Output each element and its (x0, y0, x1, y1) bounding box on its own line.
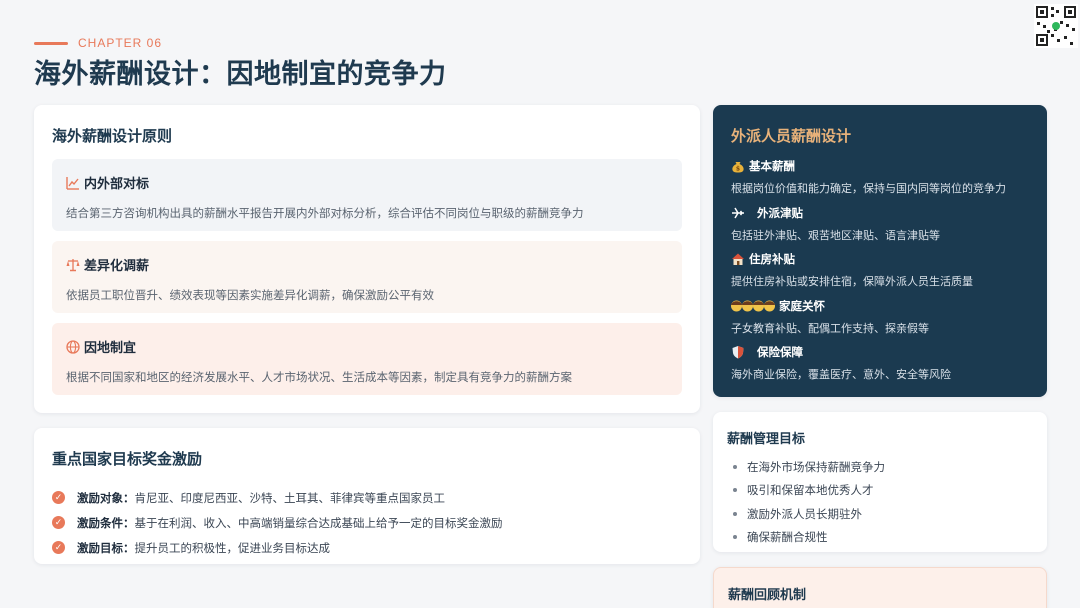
list-item: 外派津贴 包括驻外津贴、艰苦地区津贴、语言津贴等 (731, 205, 1029, 252)
list-item: 确保薪酬合规性 (727, 526, 1033, 550)
expat-item-label: 住房补贴 (749, 252, 795, 266)
incentive-list: ✓ 激励对象： 肯尼亚、印度尼西亚、沙特、土耳其、菲律宾等重点国家员工 ✓ 激励… (52, 485, 682, 560)
incentive-card: 重点国家目标奖金激励 ✓ 激励对象： 肯尼亚、印度尼西亚、沙特、土耳其、菲律宾等… (34, 428, 700, 564)
expat-title: 外派人员薪酬设计 (731, 127, 852, 145)
principle-label: 内外部对标 (84, 177, 150, 192)
goals-title: 薪酬管理目标 (727, 432, 806, 447)
review-title: 薪酬回顾机制 (728, 588, 807, 603)
expat-item-desc: 子女教育补贴、配偶工作支持、探亲假等 (731, 321, 929, 335)
chapter-number: CHAPTER 06 (78, 36, 163, 50)
expat-item-desc: 提供住房补贴或安排住宿，保障外派人员生活质量 (731, 275, 973, 288)
list-item: $ 基本薪酬 根据岗位价值和能力确定，保持与国内同等岗位的竞争力 (731, 158, 1029, 205)
incentive-value: 基于在利润、收入、中高端销量综合达成基础上给予一定的目标奖金激励 (134, 515, 503, 530)
chapter-label: CHAPTER 06 (34, 36, 162, 50)
list-item: 在海外市场保持薪酬竞争力 (727, 455, 1033, 479)
house-icon (732, 253, 744, 265)
bullet-icon (733, 464, 737, 469)
list-item: 保险保障 海外商业保险，覆盖医疗、意外、安全等风险 (731, 344, 1029, 391)
principle-label: 差异化调薪 (84, 259, 150, 274)
principle-desc: 结合第三方咨询机构出具的薪酬水平报告开展内外部对标分析，综合评估不同岗位与职级的… (66, 206, 584, 220)
principle-label: 因地制宜 (84, 341, 137, 356)
airplane-icon (732, 207, 744, 218)
incentive-title: 重点国家目标奖金激励 (52, 450, 203, 468)
svg-text:$: $ (736, 166, 740, 173)
bullet-icon (733, 511, 737, 516)
principle-local-adaptation: 因地制宜 根据不同国家和地区的经济发展水平、人才市场状况、生活成本等因素，制定具… (52, 323, 682, 395)
goal-text: 确保薪酬合规性 (747, 530, 828, 545)
bullet-icon (733, 488, 737, 493)
globe-icon (66, 339, 80, 354)
goal-text: 吸引和保留本地优秀人才 (747, 483, 874, 498)
expat-item-desc: 海外商业保险，覆盖医疗、意外、安全等风险 (731, 368, 951, 381)
chapter-accent-bar (34, 41, 68, 45)
check-icon: ✓ (52, 491, 65, 504)
expat-item-label: 家庭关怀 (779, 298, 825, 313)
principle-benchmark: 内外部对标 结合第三方咨询机构出具的薪酬水平报告开展内外部对标分析，综合评估不同… (52, 159, 682, 231)
family-icon (731, 300, 775, 311)
list-item: ✓ 激励条件： 基于在利润、收入、中高端销量综合达成基础上给予一定的目标奖金激励 (52, 510, 682, 535)
list-item: ✓ 激励对象： 肯尼亚、印度尼西亚、沙特、土耳其、菲律宾等重点国家员工 (52, 485, 682, 510)
balance-scale-icon (66, 258, 80, 271)
incentive-value: 肯尼亚、印度尼西亚、沙特、土耳其、菲律宾等重点国家员工 (134, 490, 446, 505)
bullet-icon (733, 535, 737, 540)
incentive-key: 激励对象： (77, 490, 135, 505)
expat-item-desc: 根据岗位价值和能力确定，保持与国内同等岗位的竞争力 (731, 182, 1006, 195)
check-icon: ✓ (52, 541, 65, 554)
shield-icon (732, 346, 744, 359)
expat-item-label: 基本薪酬 (749, 159, 795, 173)
incentive-value: 提升员工的积极性，促进业务目标达成 (134, 540, 331, 555)
expat-item-label: 外派津贴 (757, 205, 803, 220)
goals-card: 薪酬管理目标 在海外市场保持薪酬竞争力 吸引和保留本地优秀人才 激励外派人员长期… (713, 412, 1047, 552)
principle-desc: 根据不同国家和地区的经济发展水平、人才市场状况、生活成本等因素，制定具有竞争力的… (66, 370, 572, 384)
principles-card: 海外薪酬设计原则 内外部对标 结合第三方咨询机构出具的薪酬水平报告开展内外部对标… (34, 105, 700, 413)
principles-title: 海外薪酬设计原则 (52, 127, 173, 145)
review-card: 薪酬回顾机制 (713, 567, 1047, 608)
trend-chart-icon (66, 176, 79, 190)
expat-list: $ 基本薪酬 根据岗位价值和能力确定，保持与国内同等岗位的竞争力 外派津贴 包括… (731, 158, 1029, 391)
expat-item-label: 保险保障 (757, 345, 803, 359)
list-item: 家庭关怀 子女教育补贴、配偶工作支持、探亲假等 (731, 298, 1029, 345)
list-item: ✓ 激励目标： 提升员工的积极性，促进业务目标达成 (52, 535, 682, 560)
list-item: 住房补贴 提供住房补贴或安排住宿，保障外派人员生活质量 (731, 251, 1029, 298)
qr-code-icon (1034, 4, 1078, 48)
list-item: 激励外派人员长期驻外 (727, 502, 1033, 526)
principle-differentiated-raise: 差异化调薪 依据员工职位晋升、绩效表现等因素实施差异化调薪，确保激励公平有效 (52, 241, 682, 313)
goals-list: 在海外市场保持薪酬竞争力 吸引和保留本地优秀人才 激励外派人员长期驻外 确保薪酬… (727, 455, 1033, 549)
incentive-key: 激励条件： (77, 515, 135, 530)
money-bag-icon: $ (732, 162, 744, 173)
expat-card: 外派人员薪酬设计 $ 基本薪酬 根据岗位价值和能力确定，保持与国内同等岗位的竞争… (713, 105, 1047, 397)
principle-desc: 依据员工职位晋升、绩效表现等因素实施差异化调薪，确保激励公平有效 (66, 288, 434, 302)
incentive-key: 激励目标： (77, 540, 135, 555)
goal-text: 激励外派人员长期驻外 (747, 506, 862, 521)
list-item: 吸引和保留本地优秀人才 (727, 479, 1033, 503)
check-icon: ✓ (52, 516, 65, 529)
expat-item-desc: 包括驻外津贴、艰苦地区津贴、语言津贴等 (731, 228, 940, 242)
page-title: 海外薪酬设计：因地制宜的竞争力 (34, 59, 447, 90)
goal-text: 在海外市场保持薪酬竞争力 (747, 459, 885, 474)
